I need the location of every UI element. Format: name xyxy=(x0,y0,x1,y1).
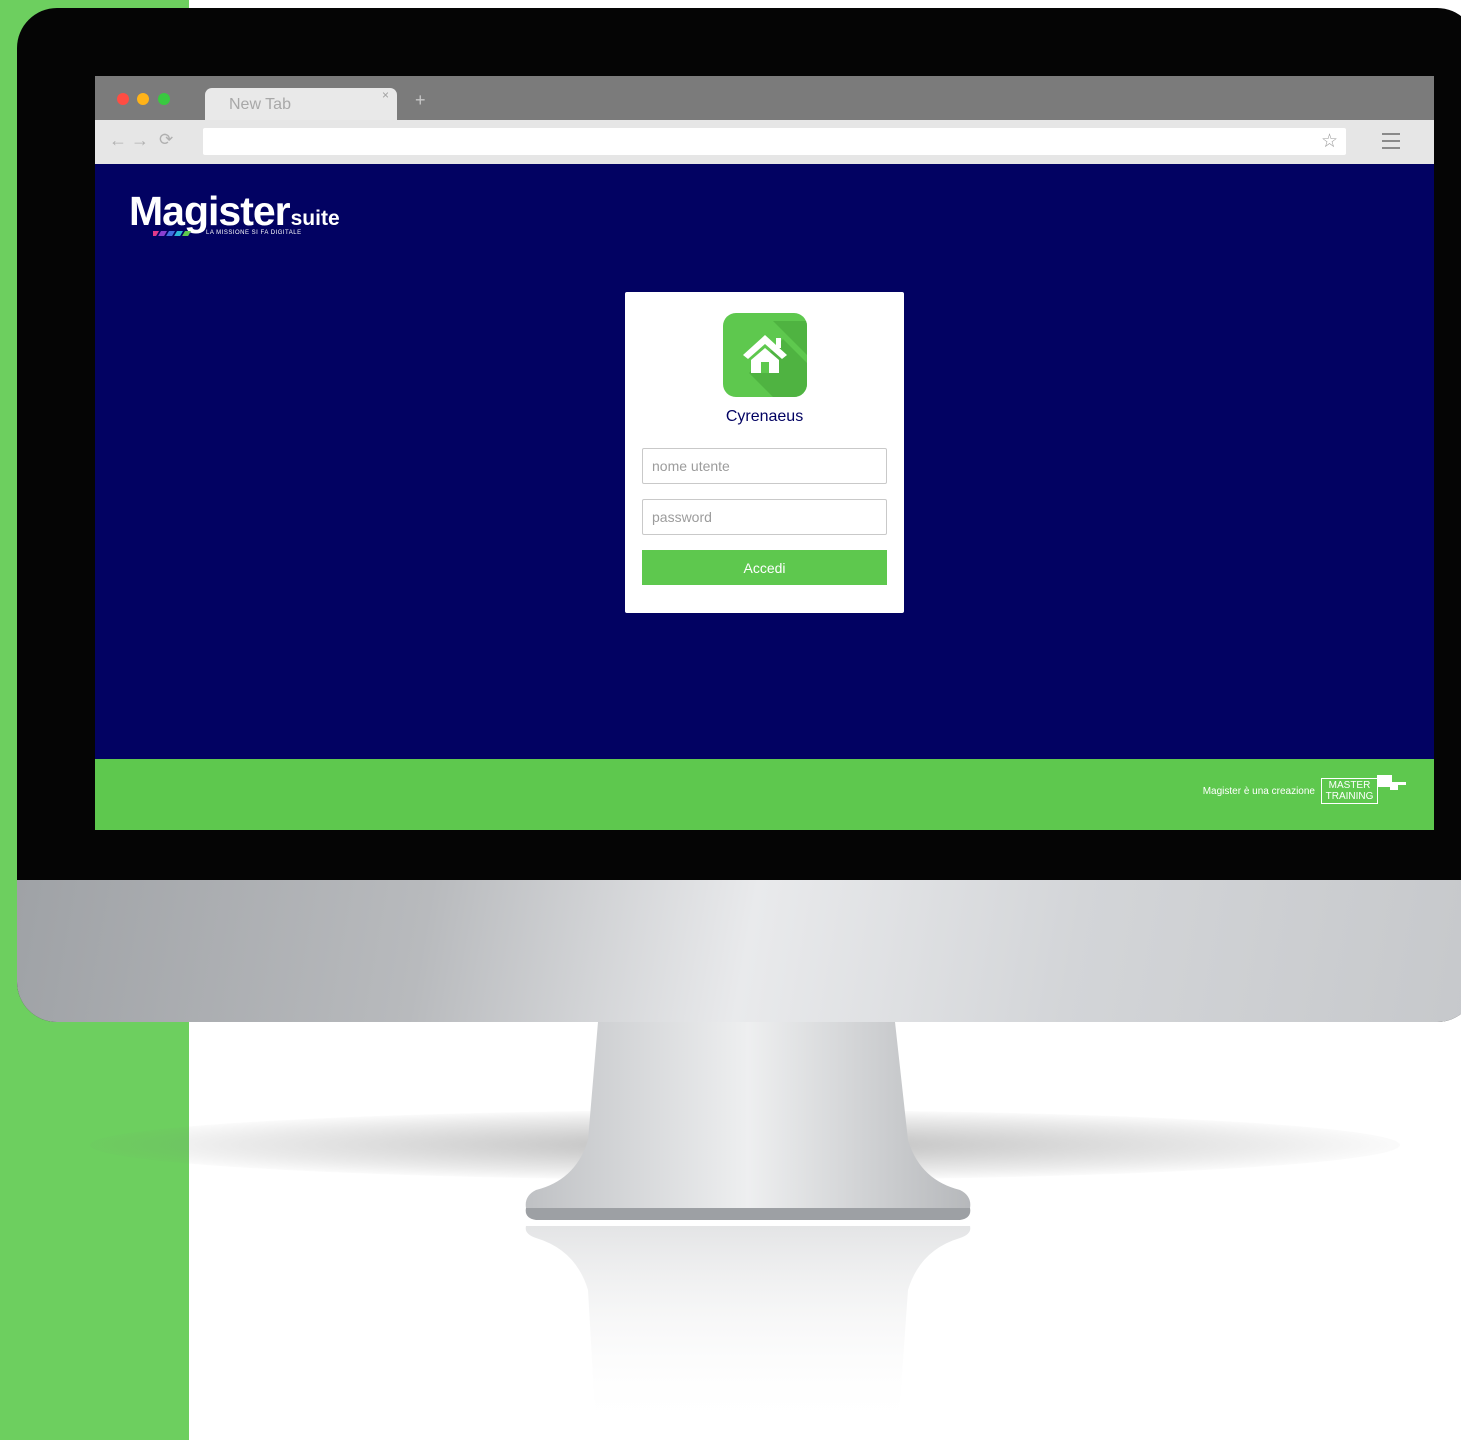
back-arrow-icon[interactable]: ← xyxy=(109,130,127,151)
house-icon xyxy=(743,321,807,397)
monitor: New Tab × + ← → ⟳ ☆ Magistersuite LA MIS… xyxy=(17,8,1461,1022)
logo-wordmark: Magister xyxy=(129,188,291,234)
partner-name-line2: TRAINING xyxy=(1325,791,1374,802)
master-training-logo: MASTER TRAINING xyxy=(1321,775,1406,806)
new-tab-button[interactable]: + xyxy=(415,90,426,111)
forward-arrow-icon[interactable]: → xyxy=(131,130,149,151)
logo-color-stripes xyxy=(153,231,191,236)
minimize-window-button[interactable] xyxy=(137,93,149,105)
star-icon[interactable]: ☆ xyxy=(1321,130,1338,153)
monitor-chin xyxy=(17,880,1461,1022)
menu-icon[interactable] xyxy=(1382,133,1400,149)
partner-logo-mark xyxy=(1377,775,1406,790)
browser-tab[interactable]: New Tab × xyxy=(205,88,397,120)
footer-credit: Magister è una creazione xyxy=(1202,786,1315,797)
close-window-button[interactable] xyxy=(117,93,129,105)
tab-bar: New Tab × + xyxy=(95,76,1434,120)
password-input[interactable] xyxy=(642,499,887,535)
username-input[interactable] xyxy=(642,448,887,484)
reload-icon[interactable]: ⟳ xyxy=(159,130,173,150)
logo-tagline: LA MISSIONE SI FA DIGITALE xyxy=(206,230,302,236)
browser-window: New Tab × + ← → ⟳ ☆ Magistersuite LA MIS… xyxy=(95,76,1434,830)
magister-suite-logo: Magistersuite LA MISSIONE SI FA DIGITALE xyxy=(129,188,340,236)
login-card: Cyrenaeus Accedi xyxy=(625,292,904,613)
maximize-window-button[interactable] xyxy=(158,93,170,105)
logo-suite-word: suite xyxy=(290,207,340,230)
tab-title: New Tab xyxy=(229,96,291,113)
login-page: Magistersuite LA MISSIONE SI FA DIGITALE xyxy=(95,164,1434,830)
page-footer: Magister è una creazione MASTER TRAINING xyxy=(95,759,1434,830)
partner-name-line1: MASTER xyxy=(1328,780,1371,791)
tab-close-icon[interactable]: × xyxy=(382,88,389,102)
app-name: Cyrenaeus xyxy=(725,408,804,425)
monitor-stand xyxy=(525,1022,971,1430)
master-training-wordmark: MASTER TRAINING xyxy=(1321,778,1378,804)
address-bar[interactable]: ☆ xyxy=(203,128,1346,155)
app-icon xyxy=(723,313,807,397)
login-button[interactable]: Accedi xyxy=(642,550,887,585)
browser-toolbar: ← → ⟳ ☆ xyxy=(95,120,1434,164)
